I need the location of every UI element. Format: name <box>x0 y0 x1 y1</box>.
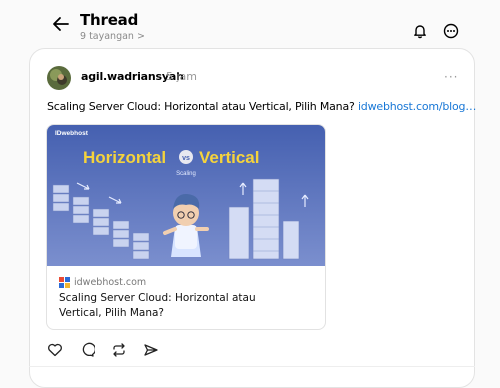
more-options-icon[interactable] <box>443 23 459 39</box>
views-count[interactable]: 9 tayangan > <box>80 31 145 42</box>
post-link[interactable]: idwebhost.com/blog… <box>358 100 476 113</box>
link-preview-image: IDwebhost Horizontal vs Vertical Scaling <box>47 125 325 266</box>
headline-right: Vertical <box>199 148 260 167</box>
link-title: Scaling Server Cloud: Horizontal atau Ve… <box>59 292 256 319</box>
link-preview-card[interactable]: IDwebhost Horizontal vs Vertical Scaling… <box>46 124 326 330</box>
headline-vs: vs <box>182 155 190 162</box>
post-body: Scaling Server Cloud: Horizontal atau Ve… <box>47 100 358 113</box>
post-time: 5 jam <box>166 70 198 83</box>
avatar[interactable] <box>47 66 71 90</box>
bell-icon[interactable] <box>412 23 428 39</box>
headline-caption: Scaling <box>176 171 196 177</box>
brand-label: IDwebhost <box>55 130 89 137</box>
post-text: Scaling Server Cloud: Horizontal atau Ve… <box>47 100 476 113</box>
send-icon[interactable] <box>143 342 159 358</box>
back-arrow-icon[interactable] <box>51 14 71 34</box>
post-actions <box>47 342 175 358</box>
post-more-icon[interactable]: ··· <box>444 70 458 84</box>
link-domain-text: idwebhost.com <box>74 277 147 288</box>
headline-left: Horizontal <box>83 148 166 167</box>
divider <box>29 366 475 367</box>
comment-icon[interactable] <box>79 342 95 358</box>
page-title: Thread <box>80 11 139 29</box>
repost-icon[interactable] <box>111 342 127 358</box>
idwebhost-favicon-icon <box>59 277 70 288</box>
heart-icon[interactable] <box>47 342 63 358</box>
link-domain: idwebhost.com <box>59 277 146 288</box>
